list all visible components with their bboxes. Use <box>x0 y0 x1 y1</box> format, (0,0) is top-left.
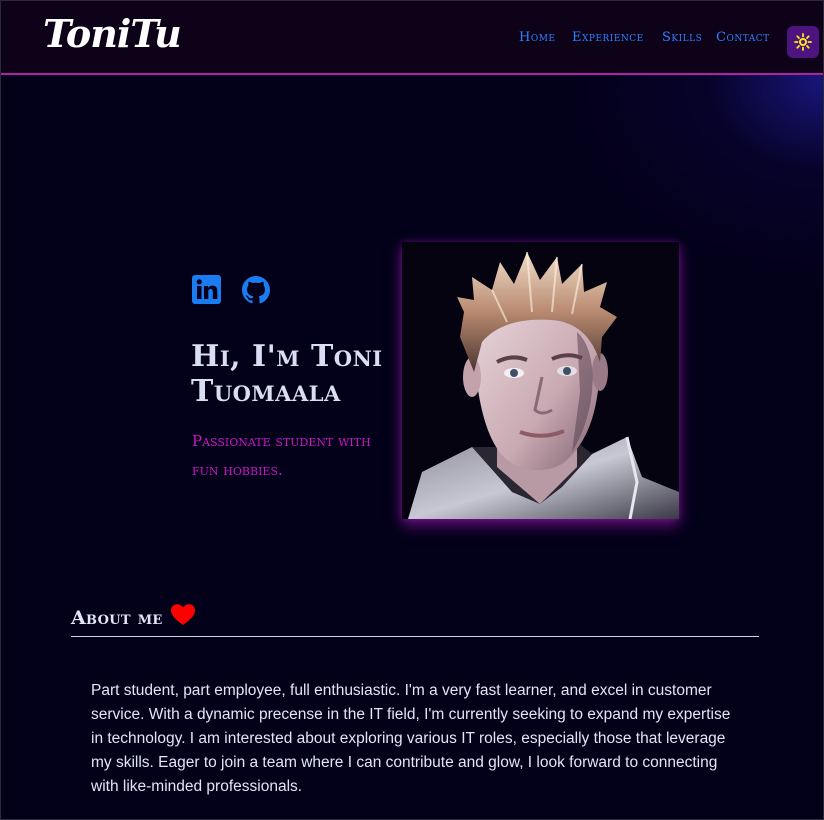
linkedin-icon[interactable] <box>192 275 222 305</box>
site-logo[interactable]: ToniTu <box>43 11 182 56</box>
navbar: ToniTu Home Experience Skills Contact <box>1 1 823 75</box>
about-divider <box>71 636 759 637</box>
profile-portrait <box>402 242 679 519</box>
sun-icon <box>794 33 812 51</box>
nav-link-home[interactable]: Home <box>519 30 556 45</box>
nav-link-experience[interactable]: Experience <box>572 30 644 45</box>
nav-link-contact[interactable]: Contact <box>716 30 770 45</box>
theme-toggle-button[interactable] <box>787 26 819 58</box>
nav-link-skills[interactable]: Skills <box>662 30 702 45</box>
about-heading: About me <box>71 607 163 629</box>
heart-icon <box>171 604 195 625</box>
hero-title: Hi, I'm Toni Tuomaala <box>191 339 383 409</box>
about-text: Part student, part employee, full enthus… <box>91 682 731 795</box>
hero-subtitle: Passionate student with fun hobbies. <box>192 432 371 479</box>
github-icon[interactable] <box>241 275 271 305</box>
